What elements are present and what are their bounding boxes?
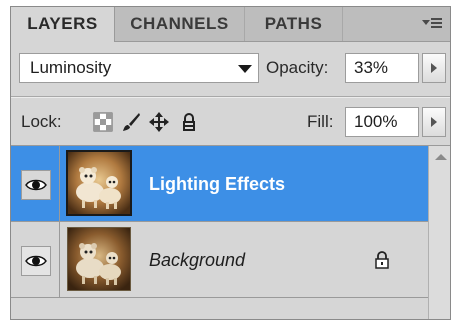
layer-thumbnail[interactable] [67, 227, 131, 291]
lock-image-pixels-icon[interactable] [121, 112, 141, 132]
fill-slider-button[interactable] [422, 107, 446, 137]
layer-row-lighting-effects[interactable]: Lighting Effects [11, 146, 428, 222]
layer-name: Lighting Effects [149, 174, 285, 194]
eye-icon [25, 255, 47, 267]
lock-label: Lock: [21, 112, 62, 131]
dropdown-arrow-icon [238, 65, 252, 73]
tab-layers[interactable]: LAYERS [11, 7, 115, 42]
divider [59, 146, 60, 221]
layer-thumbnail[interactable] [66, 150, 132, 216]
panel-menu-icon[interactable] [420, 15, 444, 33]
layer-visibility-toggle[interactable] [21, 246, 51, 276]
scroll-up-arrow-icon[interactable] [435, 154, 447, 160]
panel-tab-bar: LAYERS CHANNELS PATHS [11, 7, 450, 42]
opacity-slider-button[interactable] [422, 53, 446, 83]
layers-scrollbar[interactable] [428, 146, 450, 319]
layer-lock-icon [373, 251, 391, 274]
lock-all-icon[interactable] [179, 112, 199, 132]
fill-field[interactable]: 100% [345, 107, 419, 137]
tab-paths[interactable]: PATHS [245, 7, 343, 41]
layer-name: Background [149, 250, 246, 270]
divider [11, 96, 450, 98]
layers-panel: LAYERS CHANNELS PATHS Luminosity Opacity… [10, 6, 451, 320]
divider [59, 222, 60, 297]
eye-icon [25, 179, 47, 191]
blend-mode-select[interactable]: Luminosity [19, 53, 259, 83]
lock-transparent-pixels-icon[interactable] [93, 112, 113, 132]
opacity-label: Opacity: [266, 58, 329, 77]
layer-row-background[interactable]: Background [11, 222, 428, 298]
opacity-field[interactable]: 33% [345, 53, 419, 83]
layer-visibility-toggle[interactable] [21, 170, 51, 200]
blend-mode-value: Luminosity [30, 58, 112, 77]
lock-position-icon[interactable] [149, 112, 169, 132]
fill-label: Fill: [307, 112, 334, 131]
tab-channels[interactable]: CHANNELS [115, 7, 245, 41]
layers-list: Lighting Effects Background [11, 146, 428, 319]
